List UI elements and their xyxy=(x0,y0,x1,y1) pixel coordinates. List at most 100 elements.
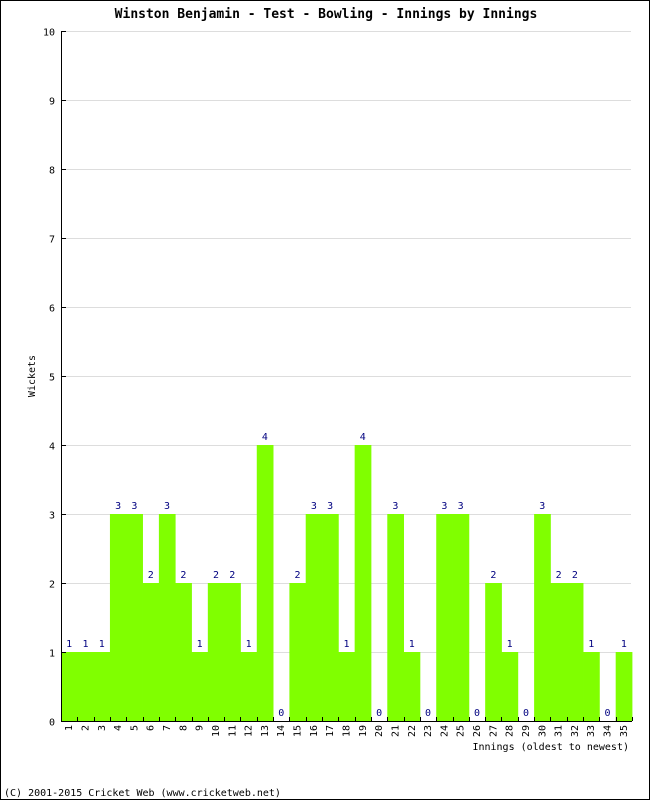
bar xyxy=(126,514,143,721)
x-tick-label: 25 xyxy=(456,725,467,737)
bar xyxy=(436,514,453,721)
data-label: 3 xyxy=(115,501,121,512)
chart-title: Winston Benjamin - Test - Bowling - Inni… xyxy=(115,7,538,22)
data-label: 1 xyxy=(197,639,203,650)
bar xyxy=(305,514,323,721)
x-tick-label: 12 xyxy=(244,725,255,737)
data-label: 1 xyxy=(588,639,594,650)
y-tick-label: 0 xyxy=(49,718,55,729)
y-tick-label: 9 xyxy=(49,97,55,108)
data-label: 0 xyxy=(278,708,284,719)
data-label: 1 xyxy=(621,639,627,650)
data-label: 1 xyxy=(99,639,105,650)
x-tick-label: 9 xyxy=(195,725,206,731)
x-tick-label: 15 xyxy=(293,725,304,737)
data-label: 0 xyxy=(605,708,611,719)
bar xyxy=(615,652,633,721)
bar xyxy=(289,583,307,721)
data-label: 3 xyxy=(327,501,333,512)
data-label: 3 xyxy=(311,501,317,512)
data-label: 2 xyxy=(229,570,235,581)
data-label: 2 xyxy=(148,570,154,581)
data-label: 2 xyxy=(213,570,219,581)
bar xyxy=(256,445,274,721)
bar-chart: Winston Benjamin - Test - Bowling - Inni… xyxy=(4,7,633,799)
x-tick-label: 20 xyxy=(374,725,385,737)
bar xyxy=(403,652,421,721)
x-tick-label: 23 xyxy=(423,725,434,737)
y-tick-labels: 0 1 2 3 4 5 6 7 8 9 10 xyxy=(43,28,55,729)
y-axis-label: Wickets xyxy=(27,355,38,397)
bar xyxy=(191,652,209,721)
x-tick-label: 11 xyxy=(227,725,238,737)
data-label: 2 xyxy=(295,570,301,581)
data-label: 0 xyxy=(474,708,480,719)
bar xyxy=(175,583,192,721)
bar xyxy=(322,514,339,721)
bar xyxy=(142,583,160,721)
x-tick-label: 14 xyxy=(276,725,287,737)
y-tick-label: 10 xyxy=(43,28,55,39)
bar xyxy=(158,514,176,721)
data-label: 1 xyxy=(409,639,415,650)
x-tick-label: 28 xyxy=(505,725,516,737)
data-label: 3 xyxy=(458,501,464,512)
x-tick-label: 6 xyxy=(146,725,157,731)
x-tick-label: 7 xyxy=(162,725,173,731)
data-label: 3 xyxy=(164,501,170,512)
x-tick-label: 4 xyxy=(113,725,124,731)
bar xyxy=(93,652,111,721)
data-label: 0 xyxy=(425,708,431,719)
x-tick-label: 2 xyxy=(80,725,91,731)
data-label: 1 xyxy=(507,639,513,650)
x-tick-label: 33 xyxy=(586,725,597,737)
x-tick-label: 34 xyxy=(603,725,614,737)
chart-frame: Winston Benjamin - Test - Bowling - Inni… xyxy=(0,0,650,800)
x-tick-label: 3 xyxy=(97,725,108,731)
x-axis-label: Innings (oldest to newest) xyxy=(472,742,629,753)
data-label: 0 xyxy=(523,708,529,719)
data-label: 3 xyxy=(392,501,398,512)
data-label: 3 xyxy=(539,501,545,512)
x-tick-label: 27 xyxy=(488,725,499,737)
x-tick-label: 19 xyxy=(358,725,369,737)
bar xyxy=(550,583,568,721)
y-tick-label: 3 xyxy=(49,511,55,522)
x-tick-label: 29 xyxy=(521,725,532,737)
bar xyxy=(77,652,95,721)
data-label: 2 xyxy=(490,570,496,581)
x-tick-label: 21 xyxy=(390,725,401,737)
y-tick-label: 8 xyxy=(49,166,55,177)
bar xyxy=(354,445,372,721)
bar xyxy=(224,583,241,721)
data-label: 2 xyxy=(180,570,186,581)
y-tick-label: 6 xyxy=(49,304,55,315)
bar xyxy=(240,652,258,721)
x-tick-label: 35 xyxy=(619,725,630,737)
x-tick-label: 5 xyxy=(129,725,140,731)
y-tick-label: 7 xyxy=(49,235,55,246)
bar xyxy=(583,652,600,721)
bar xyxy=(338,652,356,721)
bar xyxy=(485,583,502,721)
bar xyxy=(207,583,225,721)
y-tick-label: 2 xyxy=(49,580,55,591)
data-label: 2 xyxy=(556,570,562,581)
data-label: 0 xyxy=(376,708,382,719)
y-tick-label: 5 xyxy=(49,373,55,384)
data-label: 3 xyxy=(131,501,137,512)
data-label: 1 xyxy=(82,639,88,650)
x-tick-label: 1 xyxy=(64,725,75,731)
x-tick-label: 30 xyxy=(537,725,548,737)
bar xyxy=(566,583,584,721)
data-label: 1 xyxy=(246,639,252,650)
x-tick-label: 16 xyxy=(309,725,320,737)
x-tick-label: 26 xyxy=(472,725,483,737)
bar xyxy=(109,514,127,721)
x-tick-label: 31 xyxy=(554,725,565,737)
bar xyxy=(501,652,519,721)
bar xyxy=(387,514,404,721)
data-label: 4 xyxy=(360,432,366,443)
bar xyxy=(452,514,470,721)
data-label: 2 xyxy=(572,570,578,581)
